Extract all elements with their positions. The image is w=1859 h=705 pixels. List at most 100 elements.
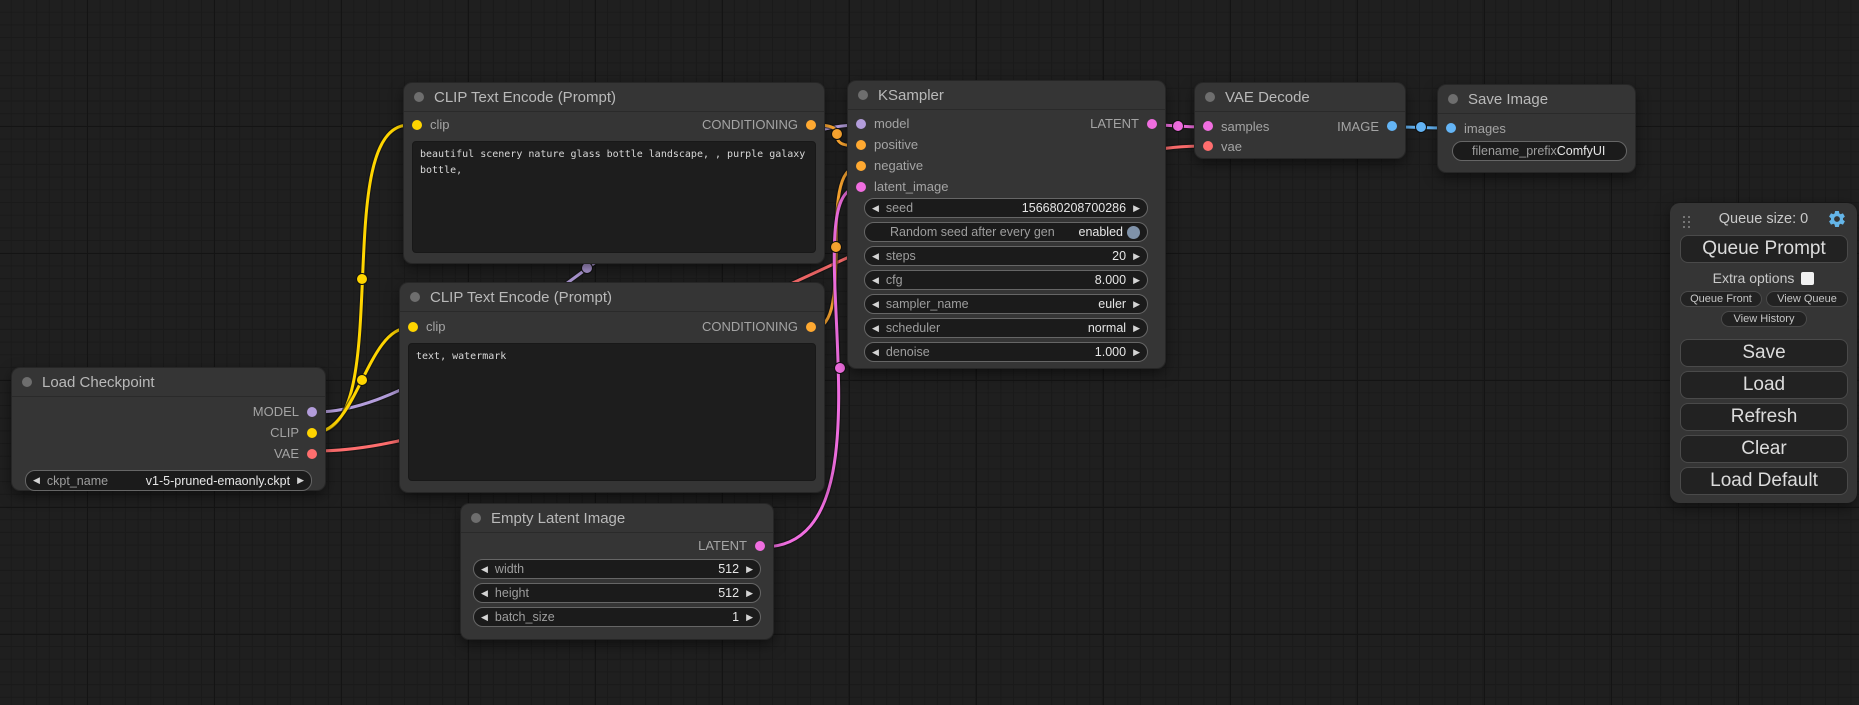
node-graph-canvas[interactable]: Load Checkpoint MODEL CLIP VAE ◀ ckpt_na… [0,0,1859,705]
height-widget[interactable]: ◀ height 512 ▶ [473,583,761,603]
increment-icon[interactable]: ▶ [746,565,753,574]
latent-output-port[interactable] [1147,119,1157,129]
node-save-image[interactable]: Save Image images filename_prefix ComfyU… [1438,85,1635,172]
output-label: CONDITIONING [702,319,798,334]
conditioning-output-port[interactable] [806,120,816,130]
vae-input-port[interactable] [1203,141,1213,151]
decrement-icon[interactable]: ◀ [872,204,879,213]
queue-front-button[interactable]: Queue Front [1680,291,1762,307]
widget-label: Random seed after every gen [890,225,1055,239]
node-title-bar[interactable]: CLIP Text Encode (Prompt) [400,283,824,312]
node-title-bar[interactable]: CLIP Text Encode (Prompt) [404,83,824,112]
vae-output-port[interactable] [307,449,317,459]
model-output-port[interactable] [307,407,317,417]
toggle-on-icon[interactable] [1127,226,1140,239]
decrement-icon[interactable]: ◀ [872,348,879,357]
link-dot[interactable] [357,375,368,386]
load-button[interactable]: Load [1680,371,1848,399]
latent-image-input-port[interactable] [856,182,866,192]
clip-input-port[interactable] [408,322,418,332]
steps-widget[interactable]: ◀ steps 20 ▶ [864,246,1148,266]
node-empty-latent-image[interactable]: Empty Latent Image LATENT ◀ width 512 ▶ … [461,504,773,639]
positive-input-port[interactable] [856,140,866,150]
increment-icon[interactable]: ▶ [1133,204,1140,213]
random-seed-toggle-widget[interactable]: Random seed after every gen enabled [864,222,1148,242]
seed-widget[interactable]: ◀ seed 156680208700286 ▶ [864,198,1148,218]
images-input-port[interactable] [1446,123,1456,133]
link-dot[interactable] [582,263,593,274]
decrement-icon[interactable]: ◀ [872,324,879,333]
decrement-icon[interactable]: ◀ [872,300,879,309]
latent-output-port[interactable] [755,541,765,551]
clip-output-port[interactable] [307,428,317,438]
collapse-dot-icon[interactable] [471,513,481,523]
increment-icon[interactable]: ▶ [1133,348,1140,357]
collapse-dot-icon[interactable] [1448,94,1458,104]
model-input-port[interactable] [856,119,866,129]
node-vae-decode[interactable]: VAE Decode samples IMAGE vae [1195,83,1405,158]
ckpt-name-widget[interactable]: ◀ ckpt_name v1-5-pruned-emaonly.ckpt ▶ [25,470,312,491]
gear-icon[interactable] [1827,209,1847,229]
node-title-bar[interactable]: Empty Latent Image [461,504,773,533]
prompt-textarea[interactable]: text, watermark [408,343,816,481]
link-dot[interactable] [831,242,842,253]
collapse-dot-icon[interactable] [22,377,32,387]
queue-prompt-button[interactable]: Queue Prompt [1680,235,1848,263]
samples-input-port[interactable] [1203,121,1213,131]
decrement-icon[interactable]: ◀ [872,252,879,261]
increment-icon[interactable]: ▶ [1133,324,1140,333]
prompt-textarea[interactable]: beautiful scenery nature glass bottle la… [412,141,816,253]
decrement-icon[interactable]: ◀ [481,613,488,622]
view-history-button[interactable]: View History [1721,311,1807,327]
link-dot[interactable] [1416,122,1427,133]
load-default-button[interactable]: Load Default [1680,467,1848,495]
conditioning-output-port[interactable] [806,322,816,332]
increment-icon[interactable]: ▶ [1133,276,1140,285]
node-title-bar[interactable]: Load Checkpoint [12,368,325,397]
link-dot[interactable] [1173,121,1184,132]
filename-prefix-widget[interactable]: filename_prefix ComfyUI [1452,141,1627,161]
increment-icon[interactable]: ▶ [297,476,304,485]
image-output-port[interactable] [1387,121,1397,131]
sampler-name-widget[interactable]: ◀ sampler_name euler ▶ [864,294,1148,314]
widget-value: 20 [1112,249,1126,263]
clip-input-port[interactable] [412,120,422,130]
cfg-widget[interactable]: ◀ cfg 8.000 ▶ [864,270,1148,290]
node-title: CLIP Text Encode (Prompt) [434,89,616,106]
node-ksampler[interactable]: KSampler model LATENT positive negative … [848,81,1165,368]
widget-label: filename_prefix [1472,144,1557,158]
decrement-icon[interactable]: ◀ [33,476,40,485]
node-title-bar[interactable]: KSampler [848,81,1165,110]
save-button[interactable]: Save [1680,339,1848,367]
denoise-widget[interactable]: ◀ denoise 1.000 ▶ [864,342,1148,362]
link-dot[interactable] [832,129,843,140]
batch-size-widget[interactable]: ◀ batch_size 1 ▶ [473,607,761,627]
collapse-dot-icon[interactable] [414,92,424,102]
node-clip-text-encode-negative[interactable]: CLIP Text Encode (Prompt) clip CONDITION… [400,283,824,492]
link-dot[interactable] [835,363,846,374]
negative-input-port[interactable] [856,161,866,171]
link-dot[interactable] [357,274,368,285]
width-widget[interactable]: ◀ width 512 ▶ [473,559,761,579]
refresh-button[interactable]: Refresh [1680,403,1848,431]
node-load-checkpoint[interactable]: Load Checkpoint MODEL CLIP VAE ◀ ckpt_na… [12,368,325,490]
scheduler-widget[interactable]: ◀ scheduler normal ▶ [864,318,1148,338]
node-title-bar[interactable]: Save Image [1438,85,1635,114]
node-clip-text-encode-positive[interactable]: CLIP Text Encode (Prompt) clip CONDITION… [404,83,824,263]
increment-icon[interactable]: ▶ [746,589,753,598]
decrement-icon[interactable]: ◀ [481,565,488,574]
collapse-dot-icon[interactable] [858,90,868,100]
view-queue-button[interactable]: View Queue [1766,291,1848,307]
increment-icon[interactable]: ▶ [1133,300,1140,309]
input-label: samples [1221,119,1269,134]
collapse-dot-icon[interactable] [410,292,420,302]
increment-icon[interactable]: ▶ [1133,252,1140,261]
decrement-icon[interactable]: ◀ [481,589,488,598]
decrement-icon[interactable]: ◀ [872,276,879,285]
extra-options-checkbox[interactable] [1801,272,1814,285]
clear-button[interactable]: Clear [1680,435,1848,463]
increment-icon[interactable]: ▶ [746,613,753,622]
node-title-bar[interactable]: VAE Decode [1195,83,1405,112]
collapse-dot-icon[interactable] [1205,92,1215,102]
input-label: images [1464,121,1506,136]
